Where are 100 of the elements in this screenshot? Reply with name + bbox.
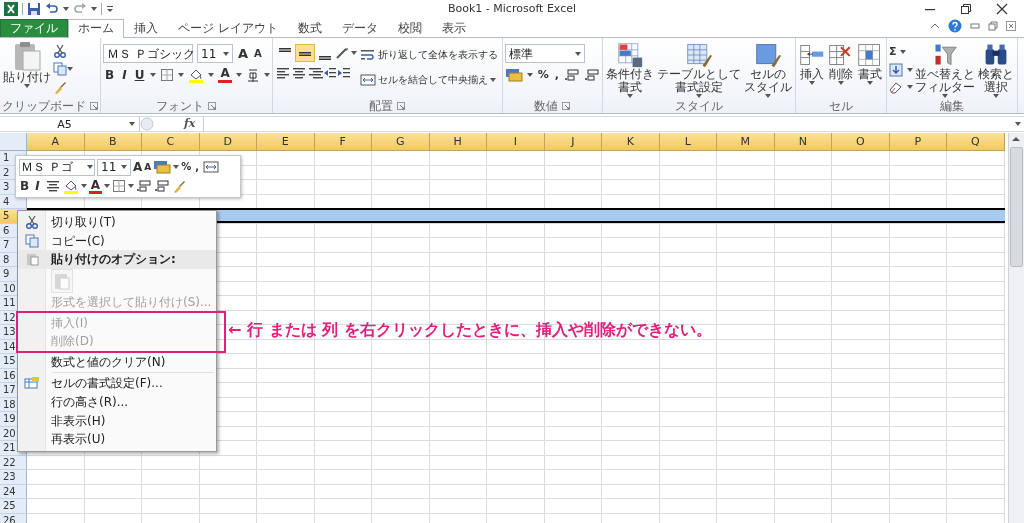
column-header[interactable]: J (544, 133, 602, 151)
text-orientation-icon[interactable] (334, 46, 351, 60)
excel-logo-icon[interactable] (4, 2, 18, 16)
italic-button[interactable]: I (120, 67, 129, 83)
menu-item[interactable]: セルの書式設定(F)... (51, 374, 163, 393)
minimize-workbook-icon[interactable] (970, 21, 980, 31)
caret-icon[interactable] (178, 73, 185, 77)
help-icon[interactable] (948, 19, 962, 33)
underline-button[interactable]: U (132, 67, 147, 83)
restore-workbook-icon[interactable] (988, 21, 998, 31)
ribbon-button[interactable]: セルの スタイル (742, 40, 793, 99)
increase-decimal-icon[interactable] (135, 179, 152, 193)
ribbon-tab[interactable]: 挿入 (124, 19, 168, 37)
dialog-launcher-icon[interactable] (90, 101, 98, 110)
format-cells-icon[interactable] (856, 42, 883, 68)
decrease-decimal-icon[interactable] (583, 68, 600, 82)
align-right-icon[interactable] (306, 66, 323, 80)
caret-icon[interactable] (866, 81, 873, 85)
column-header[interactable]: Q (947, 133, 1005, 151)
column-header[interactable]: P (889, 133, 947, 151)
column-header[interactable]: N (774, 133, 832, 151)
undo-icon[interactable] (45, 2, 59, 16)
caret-icon[interactable] (526, 73, 533, 77)
caret-icon[interactable] (63, 7, 69, 11)
merge-center-icon[interactable] (203, 160, 220, 174)
ribbon-tab[interactable]: データ (331, 19, 388, 37)
column-header[interactable]: C (142, 133, 200, 151)
ribbon-tab[interactable]: 数式 (287, 19, 332, 37)
caret-icon[interactable] (941, 94, 948, 98)
menu-item[interactable]: 非表示(H) (51, 411, 106, 430)
percent-button[interactable]: % (181, 159, 192, 175)
font-name-field[interactable]: ＭＳ Ｐゴシック (103, 44, 193, 63)
comma-button[interactable]: , (553, 67, 560, 83)
wrap-text-button[interactable]: 折り返して全体を表示する (357, 44, 500, 65)
shrink-font-button[interactable]: A (144, 159, 152, 175)
column-header[interactable]: B (84, 133, 142, 151)
italic-button[interactable]: I (32, 178, 43, 194)
close-icon[interactable] (996, 3, 1008, 15)
bold-button[interactable]: B (103, 67, 117, 83)
borders-icon[interactable] (160, 68, 175, 82)
caret-icon[interactable] (906, 85, 913, 89)
caret-icon[interactable] (103, 184, 110, 188)
ribbon-button[interactable]: 条件付き 書式 (604, 40, 655, 99)
caret-icon[interactable] (263, 73, 270, 77)
column-header[interactable]: E (257, 133, 315, 151)
caret-icon[interactable] (992, 94, 999, 98)
caret-icon[interactable] (67, 67, 73, 71)
caret-icon[interactable] (900, 50, 907, 54)
paste-button[interactable]: 貼り付け (2, 40, 52, 98)
merge-center-button[interactable]: セルを結合して中央揃え (357, 69, 500, 90)
increase-decimal-icon[interactable] (563, 68, 580, 82)
font-name-field[interactable]: ＭＳ Ｐゴ (19, 158, 95, 176)
menu-item[interactable]: 再表示(U) (51, 430, 106, 449)
cell-styles-icon[interactable] (754, 42, 781, 68)
caret-icon[interactable] (837, 81, 844, 85)
caret-icon[interactable] (764, 94, 771, 98)
align-left-icon[interactable] (274, 66, 291, 80)
collapse-ribbon-icon[interactable] (930, 21, 940, 31)
merge-center-icon[interactable] (359, 72, 376, 87)
caret-icon[interactable] (906, 68, 913, 72)
accounting-format-icon[interactable] (153, 159, 172, 175)
caret-icon[interactable] (24, 84, 30, 88)
accounting-format-icon[interactable] (504, 67, 523, 83)
grow-font-button[interactable]: A (237, 45, 250, 62)
restore-icon[interactable] (960, 3, 972, 15)
ribbon-tab[interactable]: ページ レイアウト (168, 19, 288, 37)
column-header[interactable]: H (429, 133, 487, 151)
fill-down-icon[interactable] (888, 63, 903, 77)
align-center-icon[interactable] (44, 179, 61, 193)
format-cells-icon[interactable] (23, 376, 40, 391)
dialog-launcher-icon[interactable] (397, 101, 406, 110)
caret-icon[interactable] (626, 94, 633, 98)
font-size-field[interactable]: 11 (97, 158, 131, 176)
customize-toolbar-icon[interactable] (106, 4, 114, 14)
menu-item[interactable]: コピー(C) (51, 231, 105, 250)
row-header[interactable]: 25 (0, 499, 27, 514)
copy-icon[interactable] (53, 62, 67, 76)
caret-icon[interactable] (808, 81, 815, 85)
dialog-launcher-icon[interactable] (208, 101, 217, 110)
menu-item[interactable]: 切り取り(T) (51, 213, 116, 232)
caret-icon[interactable] (695, 94, 702, 98)
grow-font-button[interactable]: A (133, 159, 143, 175)
insert-function-button[interactable]: fx (184, 115, 196, 133)
shrink-font-button[interactable]: A (253, 45, 263, 62)
column-header[interactable]: G (372, 133, 430, 151)
borders-icon[interactable] (111, 179, 126, 193)
caret-icon[interactable] (150, 73, 157, 77)
decrease-indent-icon[interactable] (322, 66, 337, 80)
column-header[interactable]: F (314, 133, 372, 151)
conditional-formatting-icon[interactable] (616, 42, 643, 68)
increase-indent-icon[interactable] (336, 66, 351, 80)
font-color-button[interactable]: A (218, 67, 232, 83)
fill-color-icon[interactable] (62, 178, 79, 194)
scissors-icon[interactable] (53, 44, 67, 58)
clipboard-icon[interactable] (24, 252, 39, 267)
caret-icon[interactable] (91, 7, 97, 11)
ribbon-button[interactable]: 検索と 選択 (976, 40, 1015, 99)
scissors-icon[interactable] (24, 215, 39, 230)
caret-icon[interactable] (127, 184, 134, 188)
phonetic-guide-icon[interactable] (245, 67, 260, 83)
